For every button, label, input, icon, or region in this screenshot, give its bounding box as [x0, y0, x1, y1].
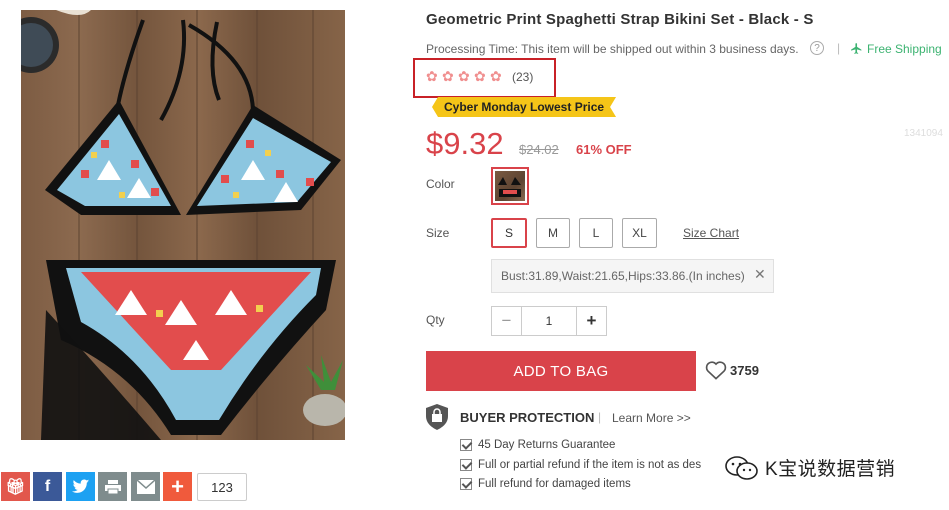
watermark: K宝说数据营销 — [725, 454, 895, 481]
size-option-m[interactable]: M — [536, 218, 570, 248]
learn-more-link[interactable]: Learn More >> — [612, 411, 691, 425]
watermark-text: K宝说数据营销 — [765, 459, 896, 480]
shield-icon — [426, 404, 448, 435]
buyer-protection-title: BUYER PROTECTION — [460, 410, 595, 425]
current-price: $9.32 — [426, 126, 504, 161]
twitter-share-button[interactable] — [66, 472, 95, 501]
product-image[interactable] — [21, 10, 345, 440]
size-chart-link[interactable]: Size Chart — [683, 226, 739, 240]
quantity-stepper: − 1 + — [491, 306, 607, 336]
help-icon[interactable]: ? — [810, 41, 824, 55]
print-icon — [104, 479, 121, 494]
original-price: $24.02 — [519, 142, 559, 157]
twitter-icon — [71, 479, 89, 493]
star-icon: ✿ — [458, 68, 470, 84]
protection-item: 45 Day Returns Guarantee — [460, 439, 615, 451]
plus-icon: + — [171, 473, 184, 499]
protection-item: Full or partial refund if the item is no… — [460, 459, 701, 471]
gift-share-button[interactable]: 🎁︎ — [1, 472, 30, 501]
email-share-button[interactable] — [131, 472, 160, 501]
qty-input[interactable]: 1 — [521, 307, 577, 335]
gift-icon: 🎁︎ — [5, 478, 26, 496]
email-icon — [136, 479, 155, 494]
close-icon[interactable]: ✕ — [754, 266, 766, 283]
separator: | — [598, 410, 602, 424]
size-option-s[interactable]: S — [491, 218, 527, 248]
size-option-l[interactable]: L — [579, 218, 613, 248]
facebook-icon: f — [44, 477, 51, 495]
bikini-illustration — [21, 10, 345, 440]
add-to-bag-button[interactable]: ADD TO BAG — [426, 351, 696, 391]
star-icon: ✿ — [426, 68, 438, 84]
color-label: Color — [426, 177, 455, 191]
checkbox-icon — [460, 459, 472, 471]
qty-increment-button[interactable]: + — [577, 307, 606, 335]
wishlist-count: 3759 — [730, 363, 759, 378]
swatch-thumbnail — [498, 177, 521, 197]
color-swatch-black[interactable] — [491, 167, 529, 205]
star-icon: ✿ — [442, 68, 454, 84]
plane-icon — [850, 42, 863, 60]
product-title: Geometric Print Spaghetti Strap Bikini S… — [426, 11, 814, 28]
size-option-xl[interactable]: XL — [622, 218, 657, 248]
size-label: Size — [426, 226, 450, 240]
free-shipping-link[interactable]: Free Shipping — [867, 42, 942, 56]
checkbox-icon — [460, 439, 472, 451]
measurements-text: Bust:31.89,Waist:21.65,Hips:33.86.(In in… — [501, 269, 745, 283]
protection-item: Full refund for damaged items — [460, 478, 631, 490]
wechat-icon — [725, 455, 758, 480]
facebook-share-button[interactable]: f — [33, 472, 62, 501]
star-icon: ✿ — [474, 68, 486, 84]
checkbox-icon — [460, 478, 472, 490]
processing-time: Processing Time: This item will be shipp… — [426, 42, 799, 56]
share-count: 123 — [197, 473, 247, 501]
print-button[interactable] — [98, 472, 127, 501]
item-id: 1341094 — [904, 128, 943, 139]
separator: | — [837, 41, 841, 55]
measurements-box: Bust:31.89,Waist:21.65,Hips:33.86.(In in… — [491, 259, 774, 293]
rating-stars[interactable]: ✿ ✿ ✿ ✿ ✿ — [426, 69, 505, 83]
discount-label: 61% OFF — [576, 142, 632, 157]
heart-icon[interactable] — [705, 360, 727, 385]
promo-tag: Cyber Monday Lowest Price — [432, 97, 616, 117]
qty-label: Qty — [426, 313, 445, 327]
star-icon: ✿ — [490, 68, 502, 84]
more-share-button[interactable]: + — [163, 472, 192, 501]
review-count[interactable]: (23) — [512, 70, 533, 84]
qty-decrement-button[interactable]: − — [492, 307, 521, 335]
